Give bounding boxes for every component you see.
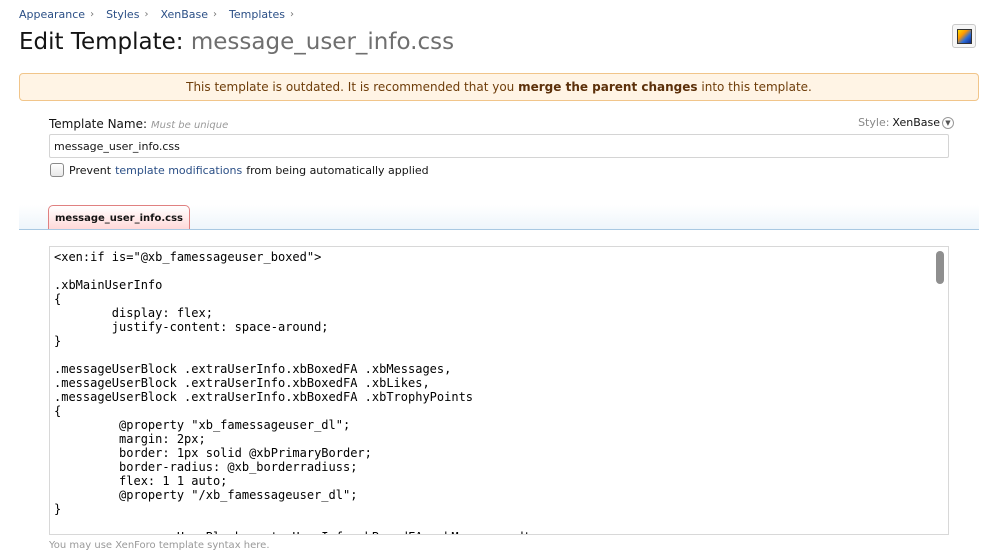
prevent-modifications-row: Prevent template modifications from bein… [50,163,429,177]
template-name-label: Template Name: Must be unique [49,117,228,131]
style-properties-button[interactable] [952,24,976,48]
breadcrumb-label[interactable]: Styles [106,8,139,21]
chevron-down-icon[interactable]: ▼ [942,116,954,129]
breadcrumb-templates[interactable]: Templates › [229,8,294,21]
code-editor-content[interactable]: <xen:if is="@xb_famessageuser_boxed"> .x… [50,247,948,534]
page-title-prefix: Edit Template: [19,29,184,55]
style-label: Style: [858,116,890,129]
style-value[interactable]: XenBase [892,116,940,129]
merge-parent-changes-link[interactable]: merge the parent changes [518,80,697,94]
chevron-right-icon: › [144,9,149,20]
breadcrumb-styles[interactable]: Styles › [106,8,148,21]
breadcrumb-label[interactable]: XenBase [160,8,208,21]
template-name-hint: Must be unique [151,120,229,131]
breadcrumb-xenbase[interactable]: XenBase › [160,8,217,21]
checkbox-prefix: Prevent [69,163,112,177]
tab-message-user-info-css[interactable]: message_user_info.css [48,205,190,229]
template-modifications-link[interactable]: template modifications [115,164,242,177]
outdated-notice: This template is outdated. It is recomme… [19,73,979,101]
notice-text-before: This template is outdated. It is recomme… [186,80,515,94]
breadcrumb: Appearance › Styles › XenBase › Templates › [19,8,306,21]
chevron-right-icon: › [213,9,218,20]
template-name-label-text: Template Name: [49,117,148,131]
style-properties-icon [956,28,972,44]
prevent-modifications-checkbox[interactable] [50,163,64,177]
breadcrumb-label[interactable]: Appearance [19,8,85,21]
page-title: Edit Template: message_user_info.css [19,29,454,55]
code-editor[interactable]: <xen:if is="@xb_famessageuser_boxed"> .x… [49,246,949,535]
checkbox-suffix: from being automatically applied [246,163,429,177]
chevron-right-icon: › [90,9,95,20]
editor-scrollbar-thumb[interactable] [936,251,944,284]
chevron-right-icon: › [289,9,294,20]
style-selector[interactable]: Style: XenBase ▼ [858,116,954,129]
page-title-template-name: message_user_info.css [190,29,455,55]
notice-text-after: into this template. [701,80,812,94]
breadcrumb-appearance[interactable]: Appearance › [19,8,94,21]
syntax-helper-text: You may use XenForo template syntax here… [49,540,270,551]
breadcrumb-label[interactable]: Templates [229,8,285,21]
template-name-input[interactable] [49,134,949,158]
